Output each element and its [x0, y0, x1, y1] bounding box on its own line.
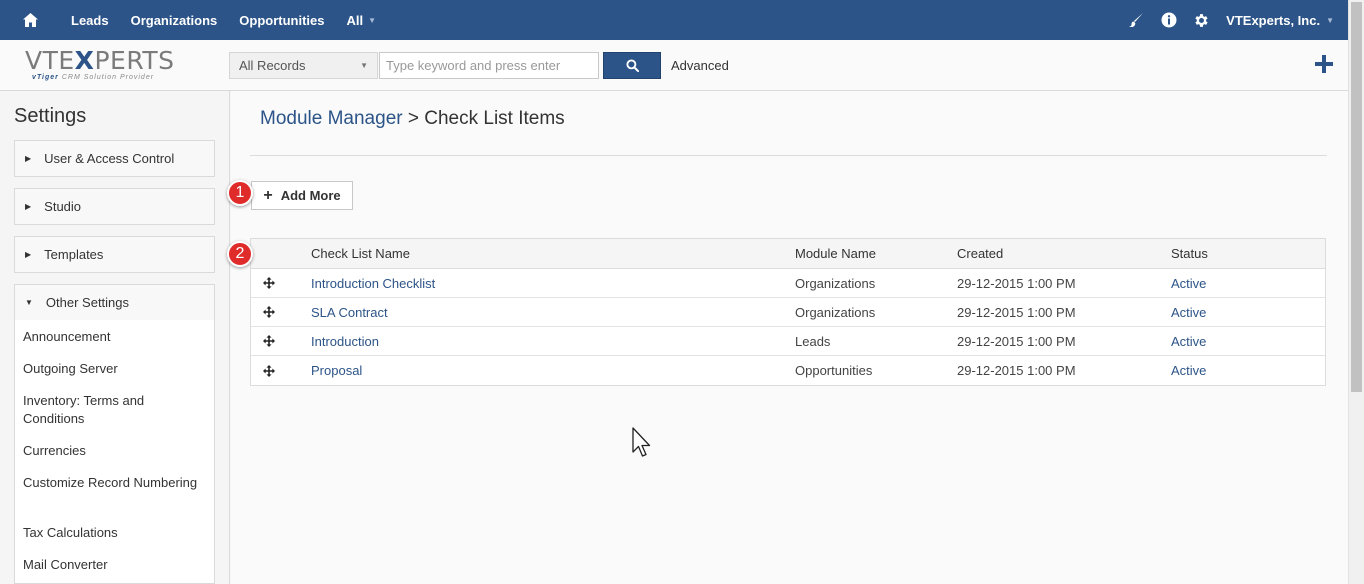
logo-tag-brand: vTiger — [32, 74, 59, 81]
drag-move-icon[interactable] — [257, 298, 281, 326]
other-settings-list: Announcement Outgoing Server Inventory: … — [14, 320, 215, 584]
sidebar-section-label: Studio — [44, 199, 82, 214]
scrollbar-thumb[interactable] — [1351, 2, 1362, 392]
checklist-name-link[interactable]: Introduction — [311, 327, 379, 355]
sidebar-section-label: User & Access Control — [44, 151, 175, 166]
breadcrumb-current: Check List Items — [424, 108, 565, 129]
sidebar-title: Settings — [14, 105, 87, 127]
vtexperts-logo[interactable]: VTEXPERTS vTiger CRM Solution Provider — [25, 47, 180, 87]
caret-down-icon: ▼ — [25, 298, 33, 307]
gear-icon[interactable] — [1185, 12, 1218, 29]
company-menu[interactable]: VTExperts, Inc. ▼ — [1226, 13, 1334, 28]
status-cell[interactable]: Active — [1171, 269, 1206, 297]
created-cell: 29-12-2015 1:00 PM — [957, 304, 1076, 320]
mouse-cursor-icon — [632, 427, 652, 462]
module-name-cell: Organizations — [795, 304, 876, 320]
table-row: Introduction Checklist Organizations 29-… — [251, 269, 1325, 298]
page-scrollbar[interactable] — [1348, 0, 1364, 584]
module-name-cell: Organizations — [795, 275, 876, 291]
checklist-table: Check List Name Module Name Created Stat… — [250, 238, 1326, 386]
company-name: VTExperts, Inc. — [1226, 12, 1321, 28]
column-header-status[interactable]: Status — [1171, 239, 1208, 268]
nav-opportunities-label: Opportunities — [239, 12, 325, 28]
nav-all-menu[interactable]: All ▼ — [335, 13, 387, 28]
sidebar-item-currencies[interactable]: Currencies — [23, 442, 203, 460]
created-cell: 29-12-2015 1:00 PM — [957, 333, 1076, 349]
info-icon[interactable] — [1152, 12, 1185, 28]
sidebar-section-other-settings[interactable]: ▼ Other Settings — [14, 284, 215, 321]
add-more-button[interactable]: + Add More — [251, 181, 353, 210]
search-button[interactable] — [603, 52, 661, 79]
advanced-search-link[interactable]: Advanced — [671, 58, 729, 73]
nav-all-label: All — [346, 12, 364, 28]
checklist-name-link[interactable]: Proposal — [311, 356, 362, 385]
sidebar-item-mail-converter[interactable]: Mail Converter — [23, 556, 203, 574]
status-cell[interactable]: Active — [1171, 298, 1206, 326]
table-row: Introduction Leads 29-12-2015 1:00 PM Ac… — [251, 327, 1325, 356]
chevron-down-icon: ▼ — [360, 61, 368, 70]
home-icon[interactable] — [0, 0, 60, 40]
top-nav-bar: Leads Organizations Opportunities All ▼ V… — [0, 0, 1348, 40]
caret-right-icon: ▶ — [25, 202, 32, 211]
chevron-down-icon: ▼ — [368, 15, 377, 25]
logo-text-x: X — [74, 46, 95, 75]
sidebar-item-inventory-terms[interactable]: Inventory: Terms and Conditions — [23, 392, 203, 428]
column-header-module[interactable]: Module Name — [795, 239, 876, 268]
table-header: Check List Name Module Name Created Stat… — [251, 239, 1325, 269]
checklist-name-link[interactable]: Introduction Checklist — [311, 269, 435, 297]
created-cell: 29-12-2015 1:00 PM — [957, 363, 1076, 378]
annotation-badge-1: 1 — [227, 180, 253, 206]
created-cell: 29-12-2015 1:00 PM — [957, 275, 1076, 291]
module-name-cell: Leads — [795, 333, 831, 349]
record-filter-value: All Records — [239, 58, 306, 73]
sidebar-section-templates[interactable]: ▶ Templates — [14, 236, 215, 273]
sidebar-section-label: Templates — [44, 247, 104, 262]
breadcrumb: Module Manager > Check List Items — [260, 108, 565, 130]
sidebar-item-customize-record-numbering[interactable]: Customize Record Numbering — [23, 474, 203, 492]
sidebar-item-announcement[interactable]: Announcement — [23, 328, 203, 346]
table-row: SLA Contract Organizations 29-12-2015 1:… — [251, 298, 1325, 327]
column-header-created[interactable]: Created — [957, 239, 1003, 268]
sidebar-item-tax-calculations[interactable]: Tax Calculations — [23, 524, 203, 542]
logo-tag-rest: CRM Solution Provider — [61, 74, 155, 81]
nav-organizations-label: Organizations — [130, 12, 218, 28]
main-content: Module Manager > Check List Items 1 + Add… — [227, 91, 1348, 584]
column-header-name[interactable]: Check List Name — [311, 239, 410, 268]
header-bar: VTEXPERTS vTiger CRM Solution Provider A… — [0, 40, 1348, 91]
sidebar-section-studio[interactable]: ▶ Studio — [14, 188, 215, 225]
search-input[interactable] — [379, 52, 599, 79]
module-name-cell: Opportunities — [795, 363, 873, 378]
logo-text-left: VTE — [25, 46, 75, 75]
plus-icon: + — [263, 186, 273, 204]
table-row: Proposal Opportunities 29-12-2015 1:00 P… — [251, 356, 1325, 385]
divider — [250, 155, 1327, 156]
sidebar-section-label: Other Settings — [45, 295, 130, 310]
drag-move-icon[interactable] — [257, 327, 281, 355]
nav-organizations[interactable]: Organizations — [120, 13, 229, 28]
drag-move-icon[interactable] — [257, 269, 281, 297]
nav-leads-label: Leads — [71, 12, 109, 28]
breadcrumb-module-manager[interactable]: Module Manager — [260, 108, 403, 129]
caret-right-icon: ▶ — [25, 154, 32, 163]
drag-move-icon[interactable] — [257, 356, 281, 385]
sidebar-item-outgoing-server[interactable]: Outgoing Server — [23, 360, 203, 378]
search-icon — [625, 59, 639, 72]
chevron-down-icon: ▼ — [1326, 15, 1334, 25]
breadcrumb-separator: > — [402, 108, 425, 129]
checklist-name-link[interactable]: SLA Contract — [311, 298, 388, 326]
settings-sidebar: Settings ▶ User & Access Control ▶ Studio … — [0, 91, 230, 584]
add-more-label: Add More — [280, 188, 341, 203]
status-cell[interactable]: Active — [1171, 356, 1206, 385]
nav-opportunities[interactable]: Opportunities — [228, 13, 335, 28]
sidebar-section-user-access-control[interactable]: ▶ User & Access Control — [14, 140, 215, 177]
annotation-badge-2: 2 — [227, 241, 253, 267]
nav-leads[interactable]: Leads — [60, 13, 120, 28]
record-filter-select[interactable]: All Records ▼ — [229, 52, 378, 79]
caret-right-icon: ▶ — [25, 250, 32, 259]
logo-text-right: PERTS — [94, 46, 175, 75]
brush-icon[interactable] — [1119, 12, 1152, 28]
status-cell[interactable]: Active — [1171, 327, 1206, 355]
quick-create-plus-icon[interactable] — [1312, 52, 1336, 76]
